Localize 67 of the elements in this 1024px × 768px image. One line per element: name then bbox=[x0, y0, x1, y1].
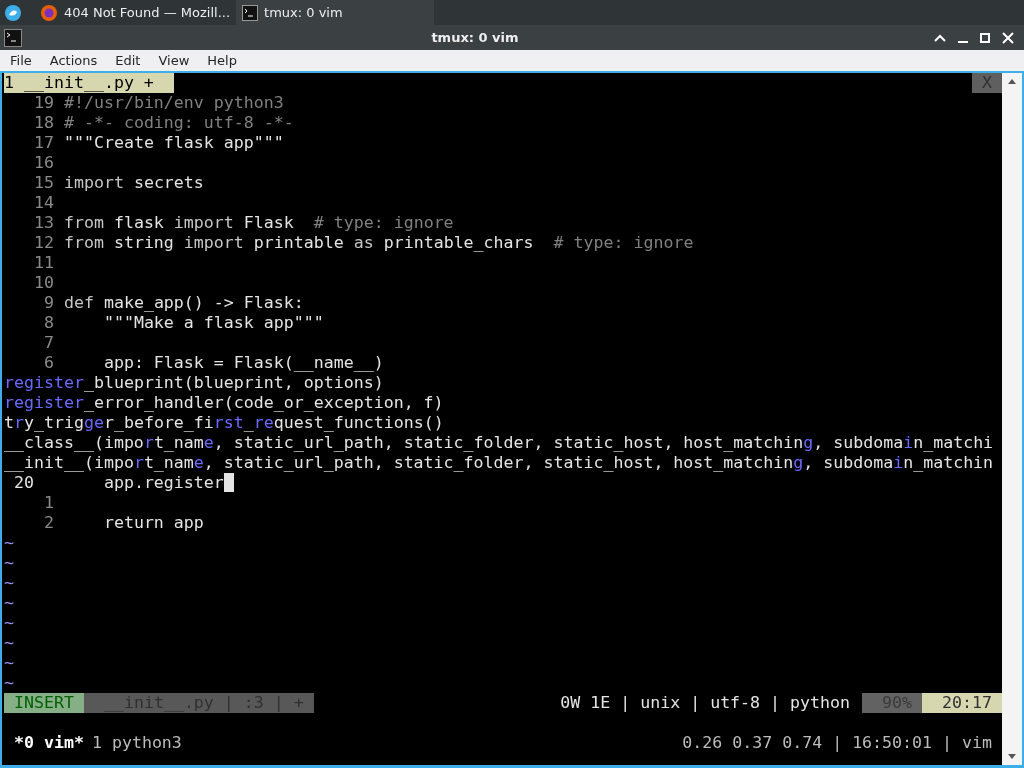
line-number: 8 bbox=[42, 313, 54, 333]
menu-item[interactable]: Actions bbox=[39, 50, 106, 71]
empty-line-marker: ~ bbox=[4, 553, 14, 573]
scrollbar[interactable] bbox=[1002, 73, 1022, 765]
completion-item[interactable]: register_error_handler(code_or_exception, f) bbox=[4, 393, 444, 413]
window-title: tmux: 0 vim bbox=[431, 29, 519, 45]
caret-up-icon bbox=[934, 33, 946, 42]
empty-line-marker: ~ bbox=[4, 613, 14, 633]
line-number: 18 bbox=[32, 113, 54, 133]
empty-line-marker: ~ bbox=[4, 533, 14, 553]
globe-icon bbox=[40, 3, 58, 22]
code-line: from flask import Flask # type: ignore bbox=[63, 213, 454, 233]
code-line: #!/usr/bin/env python3 bbox=[63, 93, 284, 113]
completion-item[interactable]: t ry_trigge r_before_first_request_functions() bbox=[4, 413, 444, 433]
mode-indicator: INSERT bbox=[4, 693, 84, 713]
line-number: 7 bbox=[42, 333, 54, 353]
menu-item[interactable]: File bbox=[0, 50, 40, 71]
empty-line-marker: ~ bbox=[4, 573, 14, 593]
minimize-icon bbox=[958, 40, 968, 43]
code-line: # -*- coding: utf-8 -*- bbox=[63, 113, 294, 133]
code-line: """Create flask app""" bbox=[63, 133, 284, 153]
tmux-window[interactable]: 1 python3 bbox=[91, 733, 182, 753]
line-number: 17 bbox=[32, 133, 54, 153]
maximize-icon bbox=[980, 32, 990, 43]
scroll-up-icon[interactable] bbox=[1007, 77, 1017, 85]
tmux-window[interactable]: *0 vim* bbox=[14, 733, 84, 753]
completion-item[interactable]: register_blueprint(blueprint, options) bbox=[4, 373, 384, 393]
close-icon bbox=[1002, 31, 1014, 44]
taskbar-task[interactable]: tmux: 0 vim bbox=[236, 0, 435, 25]
code-line: import secrets bbox=[63, 173, 204, 193]
line-number: 2 bbox=[42, 513, 54, 533]
menu-item[interactable]: View bbox=[148, 50, 198, 71]
buffer-tab[interactable]: 1 __init__.py + bbox=[4, 73, 174, 93]
empty-line-marker: ~ bbox=[4, 673, 14, 693]
line-number: 15 bbox=[32, 173, 54, 193]
completion-item[interactable]: __init__(impo rt_name, static_url_path, static_folder, static_host, host_matching, subdomain_matchin bbox=[4, 453, 994, 473]
tmux-status: 0.26 0.37 0.74 | 16:50:01 | vim bbox=[682, 733, 992, 753]
menu-item[interactable]: Edit bbox=[105, 50, 149, 71]
completion-item[interactable]: __class__(impo rt_name, static_url_path, static_folder, static_host, host_matching, subdomain_matchi bbox=[4, 433, 994, 453]
line-number: 13 bbox=[32, 213, 54, 233]
empty-line-marker: ~ bbox=[4, 593, 14, 613]
code-line: from string import printable as printable_chars # type: ignore bbox=[63, 233, 694, 253]
launcher-icon[interactable] bbox=[4, 3, 22, 22]
line-number: 20 bbox=[13, 473, 35, 493]
code-line: def make_app() -> Flask: bbox=[63, 293, 304, 313]
code-line: """Make a flask app""" bbox=[102, 313, 324, 333]
empty-line-marker: ~ bbox=[4, 653, 14, 673]
empty-line-marker: ~ bbox=[4, 633, 14, 653]
scroll-down-icon[interactable] bbox=[1007, 753, 1017, 761]
line-number: 16 bbox=[32, 153, 54, 173]
file-status: 0W 1E | unix | utf-8 | python bbox=[560, 693, 850, 713]
line-number: 19 bbox=[32, 93, 54, 113]
taskbar-task[interactable]: 404 Not Found — Mozill... bbox=[34, 0, 237, 25]
line-number: 10 bbox=[32, 273, 54, 293]
code-line: return app bbox=[102, 513, 204, 533]
line-number: 14 bbox=[32, 193, 54, 213]
terminal-icon bbox=[242, 4, 259, 21]
line-number: 12 bbox=[32, 233, 54, 253]
code-line: app.register bbox=[102, 473, 224, 493]
line-number: 1 bbox=[42, 493, 54, 513]
terminal-icon[interactable] bbox=[4, 28, 22, 47]
menu-item[interactable]: Help bbox=[197, 50, 245, 71]
line-number: 9 bbox=[42, 293, 54, 313]
cursor-position: 20:17 bbox=[922, 693, 1002, 713]
code-line: app: Flask = Flask(__name__) bbox=[102, 353, 384, 373]
line-number: 11 bbox=[32, 253, 54, 273]
line-number: 6 bbox=[42, 353, 54, 373]
